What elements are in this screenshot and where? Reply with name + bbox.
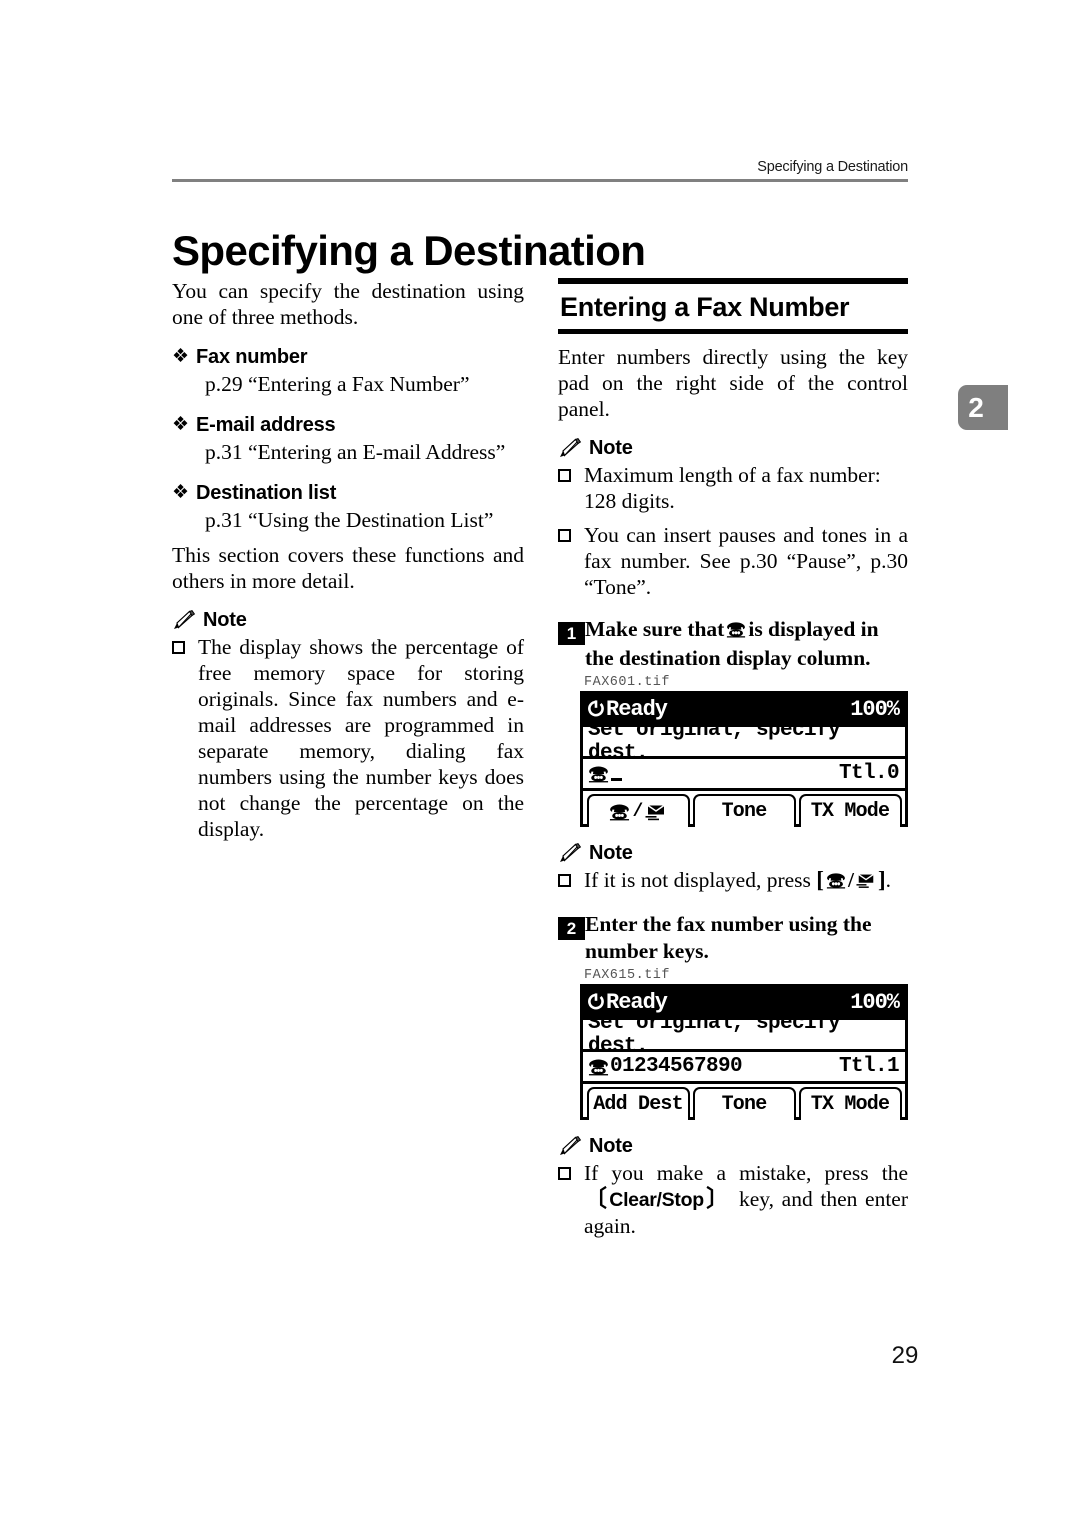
step-1: 1 Make sure that is displayed in the dest…	[558, 616, 908, 672]
note-item-text: If you make a mistake, press the 〔Clear/…	[584, 1160, 908, 1239]
lcd-display-1: Ready 100% Set original, specify dest. T…	[580, 691, 908, 827]
note-item: If you make a mistake, press the 〔Clear/…	[558, 1160, 908, 1239]
note-label: Note	[589, 437, 633, 459]
key-label: Clear/Stop	[609, 1189, 704, 1211]
telephone-icon	[588, 1058, 609, 1076]
method-heading-email-address: ❖ E-mail address	[172, 412, 524, 438]
header-divider	[172, 179, 908, 182]
method-heading-fax-number: ❖ Fax number	[172, 344, 524, 370]
key-separator: /	[847, 868, 854, 892]
pencil-icon	[558, 843, 582, 864]
method-heading-destination-list: ❖ Destination list	[172, 480, 524, 506]
softkey-separator: /	[632, 801, 643, 822]
note-heading-right-2: Note	[558, 842, 908, 865]
page-running-header: Specifying a Destination	[172, 158, 908, 182]
section-title-text: Entering a Fax Number	[560, 292, 850, 322]
lcd-destination-value: 01234567890	[610, 1055, 743, 1078]
diamond-bullet-icon: ❖	[172, 482, 190, 503]
note-item: The display shows the percentage of free…	[172, 634, 524, 842]
figure-caption: FAX601.tif	[584, 675, 671, 690]
note-item-text: The display shows the percentage of free…	[198, 635, 524, 841]
softkey-fax-email-toggle[interactable]: /	[586, 794, 690, 827]
diamond-bullet-icon: ❖	[172, 346, 190, 367]
key-reference-fax-email: [/]	[816, 867, 886, 894]
note-square-bullet-icon	[558, 1160, 584, 1180]
section-heading: Entering a Fax Number	[558, 278, 908, 334]
note-label: Note	[203, 609, 247, 631]
method-label: Destination list	[196, 482, 337, 504]
telephone-icon	[609, 803, 630, 821]
page-title: Specifying a Destination	[172, 227, 646, 275]
section-intro-paragraph: Enter numbers directly using the key pad…	[558, 345, 908, 421]
softkey-tx-mode[interactable]: TX Mode	[798, 794, 902, 827]
left-column: You can specify the destination using on…	[172, 278, 524, 850]
step-2-text: Enter the fax number using the number ke…	[585, 912, 872, 963]
method-reference-fax-number: p.29 “Entering a Fax Number”	[205, 372, 470, 396]
lcd-message-line: Set original, specify dest.	[583, 1012, 905, 1058]
figure-fax601: FAX601.tif Ready 100% Set original, spec…	[580, 675, 908, 827]
power-icon	[587, 700, 605, 718]
chapter-tab-marker: 2	[958, 385, 1008, 430]
note-item-text: You can insert pauses and tones in a fax…	[584, 523, 908, 599]
lcd-display-2: Ready 100% Set original, specify dest. 0…	[580, 984, 908, 1120]
step-2: 2 Enter the fax number using the number …	[558, 911, 908, 965]
lcd-message-line: Set original, specify dest.	[583, 719, 905, 765]
note-square-bullet-icon	[172, 634, 198, 654]
note-item: If it is not displayed, press [/].	[558, 867, 908, 895]
step-1-text: Make sure that is displayed in the destin…	[585, 616, 908, 672]
note-heading-right-3: Note	[558, 1135, 908, 1158]
key-reference-clear-stop: 〔Clear/Stop〕	[584, 1186, 732, 1211]
envelope-icon	[645, 802, 667, 821]
telephone-icon	[588, 765, 609, 783]
softkey-tx-mode[interactable]: TX Mode	[798, 1087, 902, 1120]
pencil-icon	[172, 610, 196, 631]
note-3-text-before: If you make a mistake, press the	[584, 1161, 908, 1185]
power-icon	[587, 993, 605, 1011]
diamond-bullet-icon: ❖	[172, 414, 190, 435]
pencil-icon	[558, 1136, 582, 1157]
lcd-softkey-row: Add Dest Tone TX Mode	[583, 1081, 905, 1120]
lcd-softkey-row: / Tone TX Mode	[583, 788, 905, 827]
telephone-icon	[826, 870, 846, 894]
step-number-badge: 2	[558, 917, 585, 940]
note-square-bullet-icon	[558, 867, 584, 887]
note-label: Note	[589, 842, 633, 864]
telephone-icon	[726, 619, 746, 643]
note-2-text-before: If it is not displayed, press	[584, 868, 811, 892]
pencil-icon	[558, 438, 582, 459]
note-item-text: Maximum length of a fax number: 128 digi…	[584, 463, 881, 513]
note-label: Note	[589, 1135, 633, 1157]
step-number-badge: 1	[558, 622, 585, 645]
intro-paragraph: You can specify the destination using on…	[172, 279, 524, 329]
envelope-icon	[856, 870, 876, 894]
method-label: E-mail address	[196, 414, 336, 436]
method-label: Fax number	[196, 346, 308, 368]
softkey-tone[interactable]: Tone	[692, 794, 796, 827]
right-column: Entering a Fax Number Enter numbers dire…	[558, 278, 908, 1247]
lcd-text-cursor	[611, 766, 622, 781]
softkey-add-dest[interactable]: Add Dest	[586, 1087, 690, 1120]
note-square-bullet-icon	[558, 462, 584, 482]
section-rule-bottom	[558, 329, 908, 334]
note-item: Maximum length of a fax number: 128 digi…	[558, 462, 908, 514]
note-2-text-after: .	[885, 868, 891, 892]
page-number: 29	[891, 1342, 919, 1369]
lcd-total-count: Ttl.1	[838, 1055, 900, 1078]
softkey-tone[interactable]: Tone	[692, 1087, 796, 1120]
method-reference-destination-list: p.31 “Using the Destination List”	[205, 508, 494, 532]
figure-fax615: FAX615.tif Ready 100% Set original, spec…	[580, 968, 908, 1120]
method-reference-email-address: p.31 “Entering an E-mail Address”	[205, 440, 506, 464]
lcd-total-count: Ttl.0	[838, 762, 900, 785]
figure-caption: FAX615.tif	[584, 968, 671, 983]
step-1-text-before: Make sure that	[585, 617, 725, 641]
note-square-bullet-icon	[558, 522, 584, 542]
running-header-text: Specifying a Destination	[757, 159, 908, 175]
closing-paragraph: This section covers these functions and …	[172, 543, 524, 593]
note-item: You can insert pauses and tones in a fax…	[558, 522, 908, 600]
note-item-text: If it is not displayed, press [/].	[584, 867, 908, 895]
note-heading-left: Note	[172, 609, 524, 632]
note-heading-right-1: Note	[558, 437, 908, 460]
